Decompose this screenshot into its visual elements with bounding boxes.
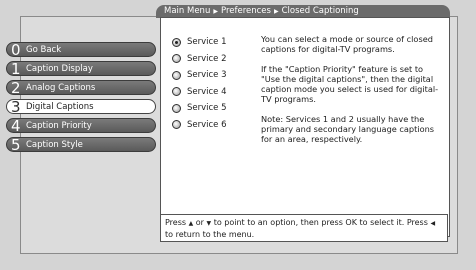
breadcrumb-item-closed-captioning: Closed Captioning — [281, 6, 359, 16]
service-option-6[interactable]: Service 6 — [172, 117, 227, 134]
service-option-1[interactable]: Service 1 — [172, 34, 227, 51]
up-arrow-icon: ▲ — [188, 220, 194, 227]
radio-icon — [172, 87, 181, 97]
service-option-4[interactable]: Service 4 — [172, 84, 227, 101]
radio-icon — [172, 120, 181, 130]
service-label: Service 1 — [187, 37, 227, 48]
radio-icon — [172, 70, 181, 80]
menu-item-digital-captions[interactable]: 3 Digital Captions — [6, 98, 156, 116]
menu-item-caption-priority[interactable]: 4 Caption Priority — [6, 117, 156, 135]
breadcrumb-separator-icon: ▶ — [213, 8, 218, 15]
menu-item-number: 3 — [11, 98, 21, 116]
description-text: You can select a mode or source of close… — [261, 34, 439, 154]
description-paragraph: If the "Caption Priority" feature is set… — [261, 63, 439, 105]
service-label: Service 3 — [187, 70, 227, 81]
breadcrumb-item-main-menu: Main Menu — [164, 6, 211, 16]
service-option-3[interactable]: Service 3 — [172, 67, 227, 84]
tv-screen: Main Menu ▶ Preferences ▶ Closed Captioning … — [0, 0, 476, 270]
breadcrumb-separator-icon: ▶ — [273, 8, 279, 15]
menu-item-label: Analog Captions — [26, 83, 96, 93]
menu-item-number: 4 — [11, 117, 21, 135]
menu-item-label: Go Back — [26, 45, 62, 55]
help-text: or — [195, 218, 204, 227]
menu-item-label: Caption Display — [26, 64, 93, 74]
menu-item-number: 1 — [11, 60, 21, 78]
menu-item-label: Caption Priority — [26, 121, 92, 131]
menu-item-caption-display[interactable]: 1 Caption Display — [6, 60, 156, 78]
menu-item-analog-captions[interactable]: 2 Analog Captions — [6, 79, 156, 97]
radio-icon — [172, 54, 181, 64]
help-text: Press — [165, 218, 187, 227]
service-label: Service 2 — [187, 53, 227, 64]
help-text-box: Press ▲ or ▼ to point to an option, then… — [160, 214, 448, 242]
menu-item-number: 5 — [11, 136, 21, 154]
breadcrumb-item-preferences: Preferences — [220, 6, 271, 16]
description-paragraph: Note: Services 1 and 2 usually have the … — [261, 113, 435, 145]
menu-item-number: 2 — [11, 79, 21, 97]
service-option-5[interactable]: Service 5 — [172, 100, 227, 117]
radio-selected-icon — [172, 37, 181, 47]
service-list: Service 1 Service 2 Service 3 Service 4 … — [172, 34, 227, 133]
menu-item-label: Digital Captions — [26, 102, 94, 112]
service-label: Service 5 — [187, 103, 227, 114]
service-option-2[interactable]: Service 2 — [172, 51, 227, 68]
left-arrow-icon: ◀ — [430, 220, 436, 227]
help-text: to return to the menu. — [165, 229, 255, 239]
help-text: to point to an option, then press OK to … — [213, 218, 428, 227]
service-label: Service 6 — [187, 119, 227, 130]
side-menu: 0 Go Back 1 Caption Display 2 Analog Cap… — [6, 41, 156, 156]
description-paragraph: You can select a mode or source of close… — [261, 34, 433, 55]
menu-item-label: Caption Style — [26, 140, 83, 150]
radio-icon — [172, 103, 181, 113]
menu-item-caption-style[interactable]: 5 Caption Style — [6, 136, 156, 154]
down-arrow-icon: ▼ — [206, 220, 212, 227]
menu-item-go-back[interactable]: 0 Go Back — [6, 41, 156, 59]
menu-item-number: 0 — [11, 41, 21, 59]
service-label: Service 4 — [187, 86, 227, 97]
